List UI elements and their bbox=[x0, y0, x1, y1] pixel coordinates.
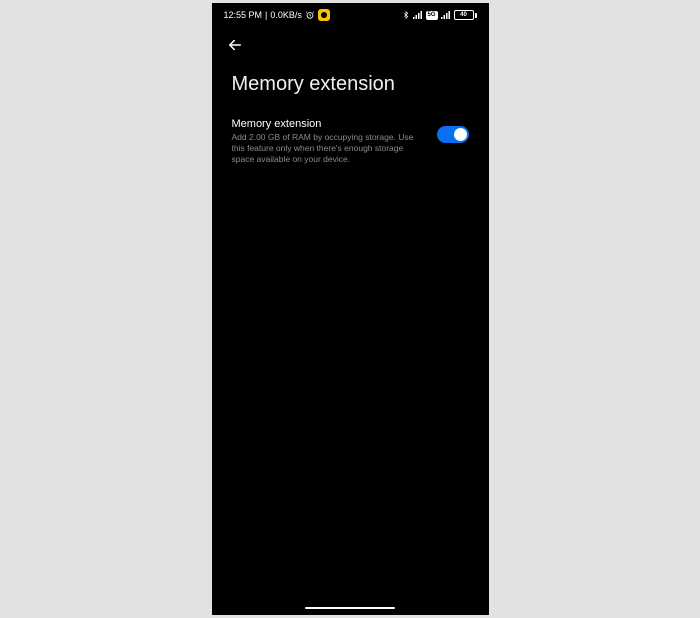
setting-text-block: Memory extension Add 2.00 GB of RAM by o… bbox=[232, 118, 427, 165]
bluetooth-icon bbox=[402, 10, 410, 20]
memory-extension-row: Memory extension Add 2.00 GB of RAM by o… bbox=[212, 112, 489, 165]
back-button[interactable] bbox=[226, 36, 244, 54]
battery-icon: 40 bbox=[454, 10, 477, 20]
signal-sim1-icon bbox=[413, 11, 423, 19]
setting-description: Add 2.00 GB of RAM by occupying storage.… bbox=[232, 132, 427, 165]
phone-frame: 12:55 PM | 0.0KB/s bbox=[212, 3, 489, 615]
clock-text: 12:55 PM bbox=[224, 10, 263, 20]
page-title: Memory extension bbox=[212, 63, 489, 112]
privacy-indicator-icon bbox=[318, 9, 330, 21]
battery-percent-text: 40 bbox=[454, 10, 474, 20]
net-speed-text: 0.0KB/s bbox=[270, 10, 302, 20]
setting-title: Memory extension bbox=[232, 118, 427, 130]
app-bar bbox=[212, 27, 489, 63]
signal-sim2-icon bbox=[441, 11, 451, 19]
status-left: 12:55 PM | 0.0KB/s bbox=[224, 9, 330, 21]
home-indicator[interactable] bbox=[305, 607, 395, 609]
memory-extension-toggle[interactable] bbox=[437, 126, 469, 143]
status-separator: | bbox=[265, 10, 267, 20]
alarm-icon bbox=[305, 10, 315, 20]
status-right: 5G 40 bbox=[402, 10, 477, 20]
volte-badge-icon: 5G bbox=[426, 11, 438, 20]
status-bar: 12:55 PM | 0.0KB/s bbox=[212, 3, 489, 27]
